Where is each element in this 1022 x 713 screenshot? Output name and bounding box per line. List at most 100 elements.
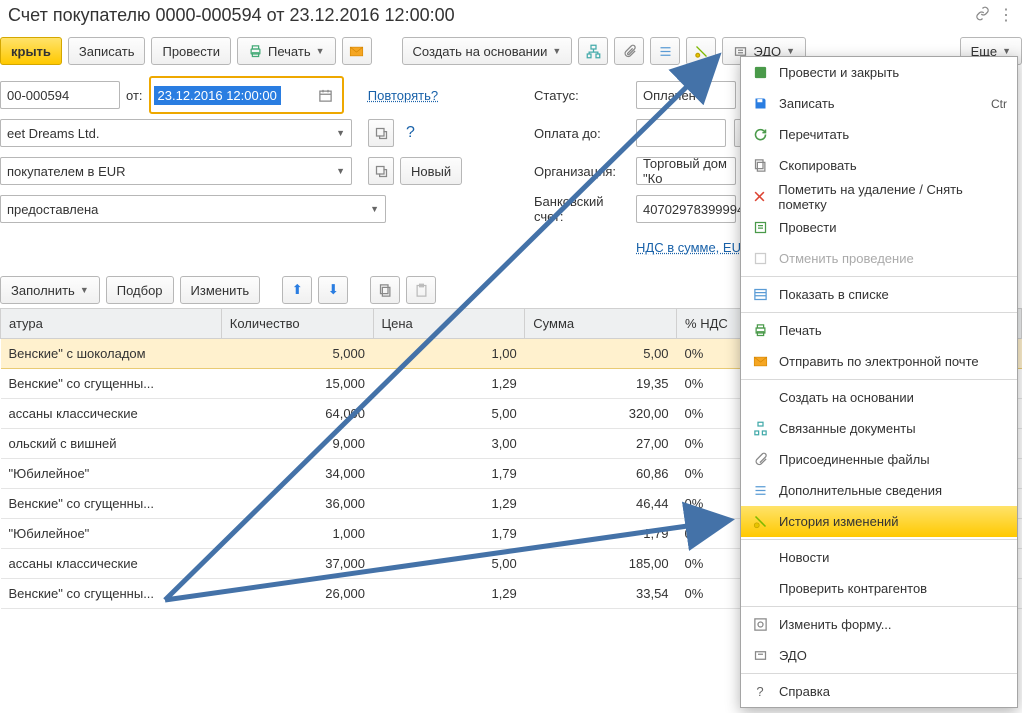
bank-label: Банковский счет: bbox=[534, 194, 628, 224]
history-icon[interactable] bbox=[686, 37, 716, 65]
vat-link[interactable]: НДС в сумме, EU bbox=[636, 240, 741, 255]
cell-price: 5,00 bbox=[373, 549, 525, 579]
col-qty[interactable]: Количество bbox=[221, 309, 373, 339]
menu-email[interactable]: Отправить по электронной почте bbox=[741, 346, 1017, 377]
cell-price: 5,00 bbox=[373, 399, 525, 429]
cell-sum: 46,44 bbox=[525, 489, 677, 519]
cell-qty: 34,000 bbox=[221, 459, 373, 489]
cell-nom: ассаны классические bbox=[1, 399, 222, 429]
payment-due-input[interactable] bbox=[636, 119, 726, 147]
cell-price: 1,29 bbox=[373, 489, 525, 519]
more-menu: Провести и закрыть ЗаписатьCtr Перечитат… bbox=[740, 56, 1018, 708]
date-value[interactable]: 23.12.2016 12:00:00 bbox=[154, 86, 281, 105]
open2-icon[interactable] bbox=[368, 157, 394, 185]
cell-qty: 5,000 bbox=[221, 339, 373, 369]
cell-qty: 9,000 bbox=[221, 429, 373, 459]
cell-qty: 1,000 bbox=[221, 519, 373, 549]
menu-write[interactable]: ЗаписатьCtr bbox=[741, 88, 1017, 119]
payment-due-label: Оплата до: bbox=[534, 126, 628, 141]
menu-cancel-post: Отменить проведение bbox=[741, 243, 1017, 274]
cell-qty: 26,000 bbox=[221, 579, 373, 609]
help-icon[interactable]: ? bbox=[400, 124, 415, 142]
open-icon[interactable] bbox=[368, 119, 394, 147]
menu-copy[interactable]: Скопировать bbox=[741, 150, 1017, 181]
menu-history[interactable]: История изменений bbox=[741, 506, 1017, 537]
repeat-link[interactable]: Повторять? bbox=[368, 88, 438, 103]
cell-price: 1,29 bbox=[373, 579, 525, 609]
col-sum[interactable]: Сумма bbox=[525, 309, 677, 339]
list-icon[interactable] bbox=[650, 37, 680, 65]
col-nomenclature[interactable]: атура bbox=[1, 309, 222, 339]
new-button[interactable]: Новый bbox=[400, 157, 462, 185]
cell-nom: Венские" со сгущенны... bbox=[1, 369, 222, 399]
cell-sum: 185,00 bbox=[525, 549, 677, 579]
menu-show-list[interactable]: Показать в списке bbox=[741, 279, 1017, 310]
cell-qty: 64,000 bbox=[221, 399, 373, 429]
cell-nom: Венские" со сгущенны... bbox=[1, 579, 222, 609]
post-button[interactable]: Провести bbox=[151, 37, 231, 65]
cell-nom: ассаны классические bbox=[1, 549, 222, 579]
cell-sum: 33,54 bbox=[525, 579, 677, 609]
calendar-icon[interactable] bbox=[313, 81, 339, 109]
cell-price: 1,79 bbox=[373, 519, 525, 549]
cell-price: 1,00 bbox=[373, 339, 525, 369]
contract-select[interactable]: покупателем в EUR▼ bbox=[0, 157, 352, 185]
email-button[interactable] bbox=[342, 37, 372, 65]
up-icon[interactable]: ⬆ bbox=[282, 276, 312, 304]
cell-sum: 19,35 bbox=[525, 369, 677, 399]
status-select[interactable]: Оплачен bbox=[636, 81, 736, 109]
change-button[interactable]: Изменить bbox=[180, 276, 261, 304]
menu-change-form[interactable]: Изменить форму... bbox=[741, 609, 1017, 640]
menu-print[interactable]: Печать bbox=[741, 315, 1017, 346]
write-button[interactable]: Записать bbox=[68, 37, 146, 65]
close-button[interactable]: крыть bbox=[0, 37, 62, 65]
status-label: Статус: bbox=[534, 88, 628, 103]
menu-news[interactable]: Новости bbox=[741, 542, 1017, 573]
menu-create-based[interactable]: Создать на основании bbox=[741, 382, 1017, 413]
menu-post-close[interactable]: Провести и закрыть bbox=[741, 57, 1017, 88]
print-button[interactable]: Печать▼ bbox=[237, 37, 336, 65]
more-vert-icon[interactable]: ⋮ bbox=[998, 5, 1014, 25]
cell-qty: 15,000 bbox=[221, 369, 373, 399]
select-button[interactable]: Подбор bbox=[106, 276, 174, 304]
menu-post[interactable]: Провести bbox=[741, 212, 1017, 243]
cell-price: 3,00 bbox=[373, 429, 525, 459]
menu-additional[interactable]: Дополнительные сведения bbox=[741, 475, 1017, 506]
cell-qty: 36,000 bbox=[221, 489, 373, 519]
copy-rows-icon[interactable] bbox=[370, 276, 400, 304]
cell-nom: Венские" с шоколадом bbox=[1, 339, 222, 369]
cell-sum: 60,86 bbox=[525, 459, 677, 489]
org-label: Организация: bbox=[534, 164, 628, 179]
menu-check[interactable]: Проверить контрагентов bbox=[741, 573, 1017, 604]
attach-icon[interactable] bbox=[614, 37, 644, 65]
org-select[interactable]: Торговый дом "Ко bbox=[636, 157, 736, 185]
menu-edo[interactable]: ЭДО bbox=[741, 640, 1017, 671]
link-icon[interactable] bbox=[975, 6, 990, 24]
page-title: Счет покупателю 0000-000594 от 23.12.201… bbox=[8, 5, 975, 26]
cell-sum: 1,79 bbox=[525, 519, 677, 549]
menu-related[interactable]: Связанные документы bbox=[741, 413, 1017, 444]
bank-select[interactable]: 40702978399994 bbox=[636, 195, 736, 223]
from-label: от: bbox=[126, 88, 143, 103]
date-input-wrapper: 23.12.2016 12:00:00 bbox=[149, 76, 344, 114]
down-icon[interactable]: ⬇ bbox=[318, 276, 348, 304]
create-based-button[interactable]: Создать на основании ▼ bbox=[402, 37, 573, 65]
structure-icon[interactable] bbox=[578, 37, 608, 65]
menu-mark-delete[interactable]: Пометить на удаление / Снять пометку bbox=[741, 181, 1017, 212]
cell-sum: 27,00 bbox=[525, 429, 677, 459]
discount-select[interactable]: предоставлена▼ bbox=[0, 195, 386, 223]
cell-sum: 320,00 bbox=[525, 399, 677, 429]
col-price[interactable]: Цена bbox=[373, 309, 525, 339]
menu-attached[interactable]: Присоединенные файлы bbox=[741, 444, 1017, 475]
paste-rows-icon[interactable] bbox=[406, 276, 436, 304]
menu-reread[interactable]: Перечитать bbox=[741, 119, 1017, 150]
cell-nom: ольский с вишней bbox=[1, 429, 222, 459]
cell-nom: Венские" со сгущенны... bbox=[1, 489, 222, 519]
menu-help[interactable]: ? Справка bbox=[741, 676, 1017, 707]
cell-price: 1,79 bbox=[373, 459, 525, 489]
number-input[interactable]: 00-000594 bbox=[0, 81, 120, 109]
cell-sum: 5,00 bbox=[525, 339, 677, 369]
cell-nom: "Юбилейное" bbox=[1, 459, 222, 489]
fill-button[interactable]: Заполнить ▼ bbox=[0, 276, 100, 304]
contractor-select[interactable]: eet Dreams Ltd.▼ bbox=[0, 119, 352, 147]
